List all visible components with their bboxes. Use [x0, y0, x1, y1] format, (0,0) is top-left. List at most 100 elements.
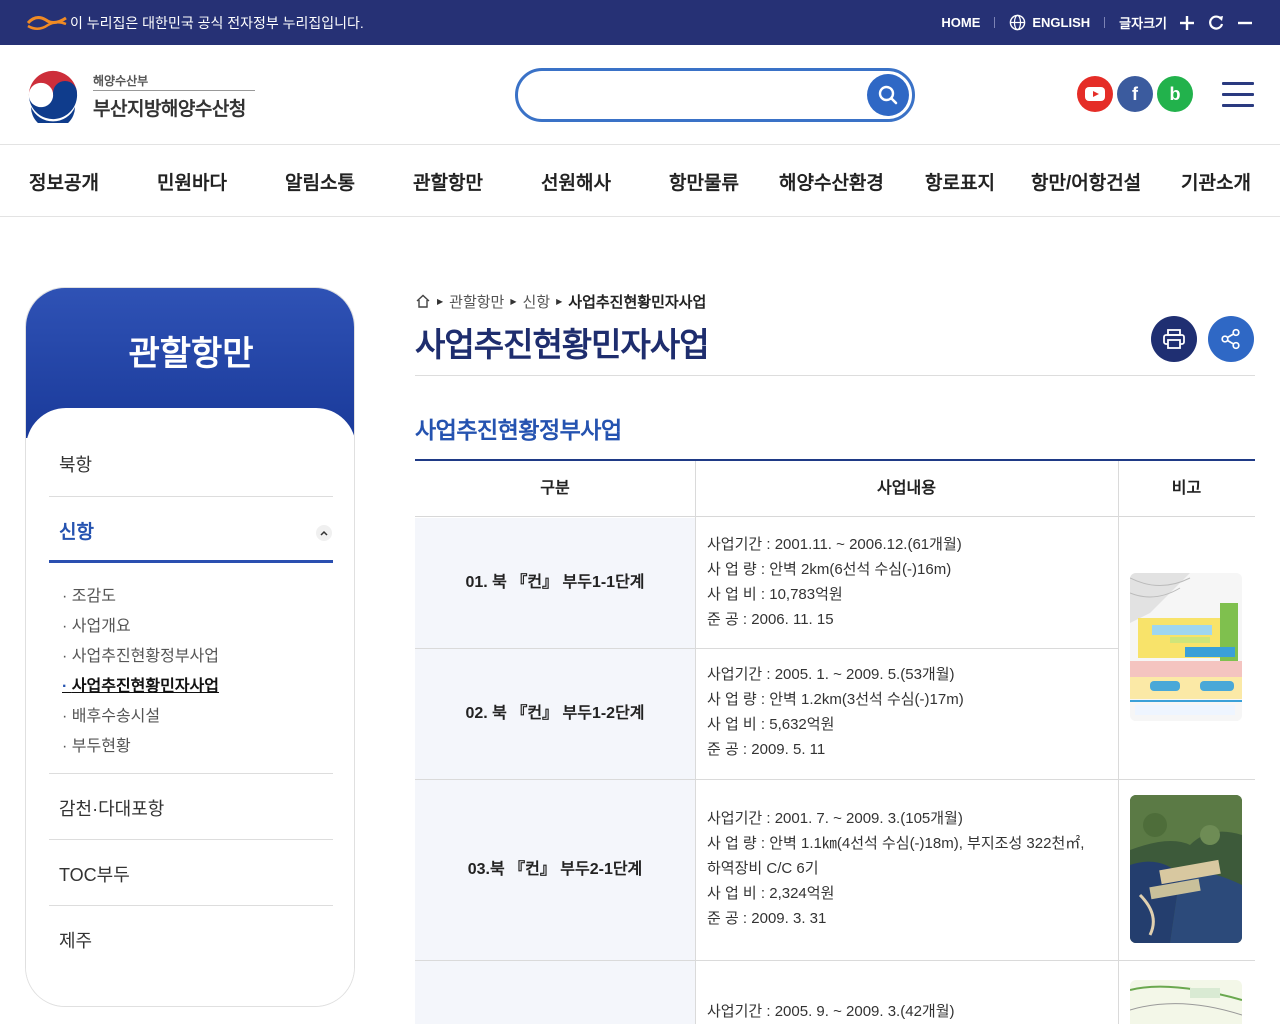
- divider: [1104, 17, 1106, 28]
- column-divider: [1118, 461, 1119, 1024]
- divider: [49, 839, 333, 840]
- sub-item-bird-view[interactable]: · 조감도: [62, 582, 116, 606]
- sub-item-label: 배후수송시설: [71, 708, 161, 725]
- table-row-label: 02. 북 『컨』 부두1-2단계: [415, 649, 695, 779]
- content-line: 하역장비 C/C 6기: [707, 860, 819, 877]
- breadcrumb-arrow-icon: ▶: [510, 296, 517, 306]
- sub-item-label: 부두현황: [71, 738, 131, 755]
- gnb-info-disclosure[interactable]: 정보공개: [29, 168, 99, 195]
- menu-icon-bar: [1222, 93, 1254, 96]
- share-icon: [1221, 328, 1240, 350]
- globe-icon: [1010, 14, 1026, 31]
- side-item-sinhang[interactable]: 신항: [59, 517, 343, 544]
- active-indicator: [49, 560, 333, 563]
- side-item-bukhang[interactable]: 북항: [59, 451, 343, 477]
- youtube-button[interactable]: [1077, 76, 1113, 112]
- sub-item-overview[interactable]: · 사업개요: [62, 612, 131, 636]
- search-icon: [878, 85, 898, 105]
- divider: [49, 496, 333, 497]
- main-navigation: 정보공개 민원바다 알림소통 관할항만 선원해사 항만물류 해양수산환경 항로표…: [0, 146, 1280, 217]
- table-row-content: 사업기간 : 2005. 9. ~ 2009. 3.(42개월): [707, 999, 955, 1024]
- side-item-jeju[interactable]: 제주: [59, 927, 343, 953]
- side-item-toc[interactable]: TOC부두: [59, 861, 343, 887]
- content-line: 사 업 량 : 안벽 1.1㎞(4선석 수심(-)18m), 부지조성 322천…: [707, 835, 1085, 852]
- sub-item-private-projects[interactable]: · 사업추진현황민자사업: [62, 672, 219, 696]
- menu-icon-bar: [1222, 82, 1254, 85]
- zoom-out-icon[interactable]: [1236, 14, 1254, 32]
- side-nav-body: 북항 신항 · 조감도 · 사업개요 · 사업추진현황정부사업 · 사업추진현황…: [26, 408, 354, 1006]
- chevron-up-icon[interactable]: [316, 525, 332, 541]
- breadcrumb-current: 사업추진현황민자사업: [568, 293, 707, 311]
- content-line: 준 공 : 2006. 11. 15: [707, 611, 834, 628]
- logo-ministry: 해양수산부: [93, 74, 149, 88]
- side-item-gamcheon[interactable]: 감천·다대포항: [59, 795, 343, 821]
- gnb-environment[interactable]: 해양수산환경: [779, 168, 884, 195]
- gnb-civil-service[interactable]: 민원바다: [157, 168, 227, 195]
- youtube-icon: [1085, 87, 1105, 101]
- gnb-construction[interactable]: 항만/어항건설: [1031, 168, 1141, 195]
- english-link[interactable]: ENGLISH: [1032, 15, 1090, 30]
- divider: [49, 905, 333, 906]
- blog-button[interactable]: b: [1157, 76, 1193, 112]
- search-button[interactable]: [867, 74, 909, 116]
- breadcrumb-ports[interactable]: 관할항만: [449, 291, 504, 312]
- sub-item-label: 사업추진현황정부사업: [71, 648, 219, 665]
- sub-item-gov-projects[interactable]: · 사업추진현황정부사업: [62, 642, 219, 666]
- map-thumbnail[interactable]: [1130, 980, 1242, 1024]
- content-line: 사업기간 : 2001.11. ~ 2006.12.(61개월): [707, 536, 962, 553]
- blog-icon: b: [1169, 83, 1181, 104]
- col-header-content: 사업내용: [695, 461, 1118, 517]
- gnb-logistics[interactable]: 항만물류: [669, 168, 739, 195]
- gov-banner: 이 누리집은 대한민국 공식 전자정부 누리집입니다. HOME ENGLISH…: [0, 0, 1280, 45]
- gnb-ports[interactable]: 관할항만: [413, 168, 483, 195]
- print-button[interactable]: [1151, 316, 1197, 362]
- content-line: 사업기간 : 2005. 1. ~ 2009. 5.(53개월): [707, 666, 955, 683]
- font-size-label: 글자크기: [1119, 16, 1167, 31]
- printer-icon: [1163, 329, 1185, 349]
- site-plan-thumbnail[interactable]: [1130, 573, 1242, 721]
- facebook-icon: f: [1132, 83, 1138, 104]
- share-button[interactable]: [1208, 316, 1254, 362]
- column-divider: [695, 461, 696, 1024]
- logo-agency[interactable]: 부산지방해양수산청: [93, 94, 246, 121]
- divider: [49, 773, 333, 774]
- gnb-news[interactable]: 알림소통: [285, 168, 355, 195]
- home-link[interactable]: HOME: [941, 15, 980, 30]
- search-box: [515, 68, 915, 122]
- aerial-photo-thumbnail[interactable]: [1130, 795, 1242, 943]
- sub-item-berths[interactable]: · 부두현황: [62, 732, 131, 756]
- table-row-label: 03.북 『컨』 부두2-1단계: [415, 780, 695, 960]
- divider: [994, 17, 996, 28]
- gnb-seafarers[interactable]: 선원해사: [541, 168, 611, 195]
- home-icon[interactable]: [415, 293, 431, 309]
- gnb-navigation-aids[interactable]: 항로표지: [925, 168, 995, 195]
- reset-icon[interactable]: [1207, 14, 1225, 32]
- title-divider: [415, 375, 1255, 376]
- sub-item-label: 사업개요: [71, 618, 131, 635]
- table-row-content: 사업기간 : 2001. 7. ~ 2009. 3.(105개월) 사 업 량 …: [707, 806, 1084, 931]
- breadcrumb-arrow-icon: ▶: [437, 296, 444, 306]
- sub-item-transport[interactable]: · 배후수송시설: [62, 702, 160, 726]
- facebook-button[interactable]: f: [1117, 76, 1153, 112]
- site-header: 해양수산부 부산지방해양수산청 f b: [0, 45, 1280, 145]
- menu-icon-bar: [1222, 104, 1254, 107]
- logo-divider: [93, 90, 255, 91]
- content-line: 준 공 : 2009. 5. 11: [707, 741, 826, 758]
- zoom-in-icon[interactable]: [1178, 14, 1196, 32]
- sub-item-label: 조감도: [71, 588, 116, 605]
- gov-notice-text: 이 누리집은 대한민국 공식 전자정부 누리집입니다.: [70, 15, 364, 31]
- content-line: 준 공 : 2009. 3. 31: [707, 910, 827, 927]
- table-row-content: 사업기간 : 2005. 1. ~ 2009. 5.(53개월) 사 업 량 :…: [707, 662, 964, 762]
- content-line: 사 업 비 : 10,783억원: [707, 586, 843, 603]
- content-line: 사업기간 : 2001. 7. ~ 2009. 3.(105개월): [707, 810, 963, 827]
- menu-button[interactable]: [1222, 82, 1254, 108]
- government-emblem-icon[interactable]: [25, 67, 81, 123]
- sub-item-label: 사업추진현황민자사업: [71, 678, 219, 695]
- breadcrumb-sinhang[interactable]: 신항: [523, 291, 551, 312]
- col-header-remarks: 비고: [1118, 461, 1255, 517]
- section-title: 사업추진현황정부사업: [415, 417, 622, 443]
- gnb-about[interactable]: 기관소개: [1181, 168, 1251, 195]
- side-navigation: 관할항만 북항 신항 · 조감도 · 사업개요 · 사업추진현황정부사업 · 사…: [25, 287, 355, 1007]
- breadcrumb-arrow-icon: ▶: [556, 296, 563, 306]
- search-input[interactable]: [536, 79, 856, 111]
